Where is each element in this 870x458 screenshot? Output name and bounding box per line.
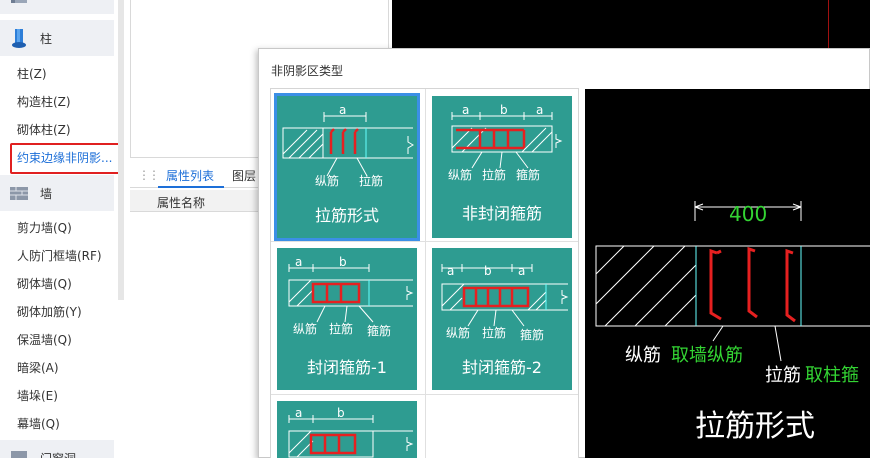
tie-bar-source: 取柱箍 <box>805 365 859 386</box>
stirrup-label: 箍筋 <box>367 324 392 338</box>
longitudinal-bar-label: 纵筋 <box>315 174 340 188</box>
sidebar-category-label: 门窗洞 <box>40 450 76 458</box>
option-tie-form[interactable]: a 纵筋 拉筋 拉筋形式 <box>274 93 420 241</box>
selection-highlight-box <box>10 143 121 174</box>
grid-divider <box>425 89 426 458</box>
dimension-label: a <box>462 103 470 117</box>
longitudinal-bar-label: 纵筋 <box>293 322 318 336</box>
drag-handle-icon[interactable]: ⋮⋮ <box>138 168 160 182</box>
dimension-label: a <box>447 264 455 278</box>
grid-divider <box>271 241 578 242</box>
sidebar-category-top[interactable] <box>0 0 114 14</box>
dimension-label: b <box>500 103 508 117</box>
sidebar-category-wall[interactable]: 墙 <box>0 175 114 211</box>
wall-icon <box>10 187 28 200</box>
tie-bar-label: 拉筋 <box>359 174 384 188</box>
longitudinal-bar-source: 取墙纵筋 <box>671 345 743 366</box>
sidebar-category-door-window[interactable]: 门窗洞 <box>0 440 114 458</box>
dialog-title: 非阴影区类型 <box>271 64 344 78</box>
sidebar-category-label: 墙 <box>40 186 53 201</box>
sidebar-item-wall-pier[interactable]: 墙垛(E) <box>17 389 58 403</box>
option-open-stirrup[interactable]: a b a 纵筋 拉筋 箍筋 非封闭箍筋 <box>432 96 572 238</box>
sidebar-item-masonry-column[interactable]: 砌体柱(Z) <box>17 123 71 137</box>
type-options-grid: a 纵筋 拉筋 拉筋形式 a b a 纵筋 拉筋 箍筋 非封闭箍筋 a b 纵筋… <box>270 88 579 458</box>
option-label: 封闭箍筋-1 <box>307 358 387 377</box>
sidebar-item-masonry-reinforcement[interactable]: 砌体加筋(Y) <box>17 305 82 319</box>
tie-bar-label: 拉筋 <box>482 168 507 182</box>
property-name-column-header: 属性名称 <box>130 190 260 212</box>
dimension-label: b <box>337 406 345 420</box>
tab-layer[interactable]: 图层 <box>232 167 256 184</box>
door-window-icon <box>11 451 27 458</box>
dimension-label: a <box>518 264 526 278</box>
tab-property-list[interactable]: 属性列表 <box>166 167 214 184</box>
preview-title: 拉筋形式 <box>695 409 815 444</box>
sidebar-item-structural-column[interactable]: 构造柱(Z) <box>17 95 71 109</box>
sidebar-category-column[interactable]: 柱 <box>0 20 114 56</box>
sidebar-category-label: 柱 <box>40 31 53 46</box>
sidebar-item-shear-wall[interactable]: 剪力墙(Q) <box>17 221 72 235</box>
cad-axis-line <box>828 0 829 48</box>
tie-bar-label: 拉筋 <box>765 365 801 386</box>
wall-category-icon <box>11 0 27 3</box>
stirrup-label: 箍筋 <box>516 168 541 182</box>
component-tree-sidebar: 柱 柱(Z) 构造柱(Z) 砌体柱(Z) 约束边缘非阴影... 墙 剪力墙(Q)… <box>0 0 124 458</box>
dimension-label: b <box>484 264 492 278</box>
dimension-label: a <box>295 255 303 269</box>
cad-drawing-canvas[interactable] <box>392 0 870 48</box>
option-label: 封闭箍筋-2 <box>462 358 542 377</box>
option-closed-stirrup-3[interactable]: a b <box>277 401 417 458</box>
sidebar-item-masonry-wall[interactable]: 砌体墙(Q) <box>17 277 72 291</box>
active-tab-indicator <box>158 186 224 188</box>
sidebar-item-column[interactable]: 柱(Z) <box>17 67 47 81</box>
option-label: 非封闭箍筋 <box>461 204 542 223</box>
longitudinal-bar-label: 纵筋 <box>448 168 473 182</box>
tie-bar-label: 拉筋 <box>482 326 507 340</box>
preview-canvas: 400 纵筋 取墙纵筋 拉筋 取柱箍 拉筋形式 <box>585 89 870 458</box>
option-label: 拉筋形式 <box>314 206 379 225</box>
dimension-label: b <box>339 255 347 269</box>
option-closed-stirrup-1[interactable]: a b 纵筋 拉筋 箍筋 封闭箍筋-1 <box>277 248 417 390</box>
sidebar-item-curtain-wall[interactable]: 幕墙(Q) <box>17 417 60 431</box>
non-shadow-type-dialog: 非阴影区类型 a 纵筋 拉筋 拉筋形式 a b a 纵筋 拉筋 箍筋 非封闭箍筋… <box>258 48 870 458</box>
tie-bar-label: 拉筋 <box>329 322 354 336</box>
dimension-label: a <box>295 406 303 420</box>
sidebar-item-hidden-beam[interactable]: 暗梁(A) <box>17 361 59 375</box>
column-icon <box>12 29 26 48</box>
stirrup-label: 箍筋 <box>520 328 545 342</box>
longitudinal-bar-label: 纵筋 <box>446 326 471 340</box>
dimension-label: a <box>339 103 347 117</box>
dimension-label: a <box>536 103 544 117</box>
dimension-value: 400 <box>729 202 768 226</box>
option-closed-stirrup-2[interactable]: a b a 纵筋 拉筋 箍筋 封闭箍筋-2 <box>432 248 572 390</box>
longitudinal-bar-label: 纵筋 <box>625 345 661 366</box>
sidebar-item-insulation-wall[interactable]: 保温墙(Q) <box>17 333 72 347</box>
sidebar-item-civil-defense-frame-wall[interactable]: 人防门框墙(RF) <box>17 249 102 263</box>
grid-divider <box>271 394 578 395</box>
